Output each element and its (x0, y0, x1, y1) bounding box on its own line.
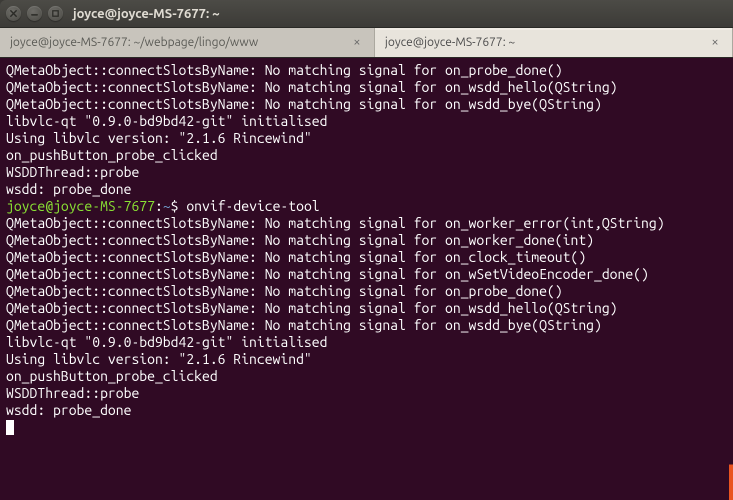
terminal-line: on_pushButton_probe_clicked (6, 147, 727, 164)
terminal-line: Using libvlc version: "2.1.6 Rincewind" (6, 130, 727, 147)
terminal-line: wsdd: probe_done (6, 181, 727, 198)
tab-label: joyce@joyce-MS-7677: ~ (385, 36, 700, 49)
tab-bar: joyce@joyce-MS-7677: ~/webpage/lingo/www… (0, 28, 733, 58)
maximize-icon (51, 9, 60, 18)
window-controls (6, 6, 63, 21)
terminal-window: joyce@joyce-MS-7677: ~ joyce@joyce-MS-76… (0, 0, 733, 500)
prompt-path: ~ (163, 198, 171, 214)
terminal-line: QMetaObject::connectSlotsByName: No matc… (6, 266, 727, 283)
terminal-line: WSDDThread::probe (6, 385, 727, 402)
prompt-separator: : (155, 198, 163, 214)
terminal-line: QMetaObject::connectSlotsByName: No matc… (6, 79, 727, 96)
terminal-line: on_pushButton_probe_clicked (6, 368, 727, 385)
terminal-line: Using libvlc version: "2.1.6 Rincewind" (6, 351, 727, 368)
terminal-line: QMetaObject::connectSlotsByName: No matc… (6, 249, 727, 266)
close-icon (9, 9, 18, 18)
prompt-symbol: $ (171, 198, 187, 214)
terminal-line: QMetaObject::connectSlotsByName: No matc… (6, 317, 727, 334)
minimize-icon (30, 9, 39, 18)
terminal-line: wsdd: probe_done (6, 402, 727, 419)
terminal-line: joyce@joyce-MS-7677:~$ onvif-device-tool (6, 198, 727, 215)
terminal-line: QMetaObject::connectSlotsByName: No matc… (6, 300, 727, 317)
window-resize-edge[interactable] (729, 56, 733, 500)
terminal-output[interactable]: QMetaObject::connectSlotsByName: No matc… (0, 58, 733, 500)
terminal-line: QMetaObject::connectSlotsByName: No matc… (6, 283, 727, 300)
tab-label: joyce@joyce-MS-7677: ~/webpage/lingo/www (10, 36, 342, 49)
terminal-line: QMetaObject::connectSlotsByName: No matc… (6, 62, 727, 79)
titlebar: joyce@joyce-MS-7677: ~ (0, 0, 733, 28)
prompt-user-host: joyce@joyce-MS-7677 (6, 198, 155, 214)
terminal-line: libvlc-qt "0.9.0-bd9bd42-git" initialise… (6, 113, 727, 130)
terminal-line: QMetaObject::connectSlotsByName: No matc… (6, 232, 727, 249)
command-text: onvif-device-tool (186, 198, 319, 214)
maximize-window-button[interactable] (48, 6, 63, 21)
terminal-line: libvlc-qt "0.9.0-bd9bd42-git" initialise… (6, 334, 727, 351)
tab-2[interactable]: joyce@joyce-MS-7677: ~ × (375, 28, 733, 57)
window-title: joyce@joyce-MS-7677: ~ (73, 7, 220, 21)
terminal-line: QMetaObject::connectSlotsByName: No matc… (6, 96, 727, 113)
terminal-line: QMetaObject::connectSlotsByName: No matc… (6, 215, 727, 232)
minimize-window-button[interactable] (27, 6, 42, 21)
cursor (6, 420, 14, 435)
close-window-button[interactable] (6, 6, 21, 21)
terminal-cursor-line (6, 419, 727, 436)
tab-1[interactable]: joyce@joyce-MS-7677: ~/webpage/lingo/www… (0, 28, 375, 57)
close-tab-icon[interactable]: × (350, 36, 364, 50)
close-tab-icon[interactable]: × (708, 36, 722, 50)
terminal-line: WSDDThread::probe (6, 164, 727, 181)
